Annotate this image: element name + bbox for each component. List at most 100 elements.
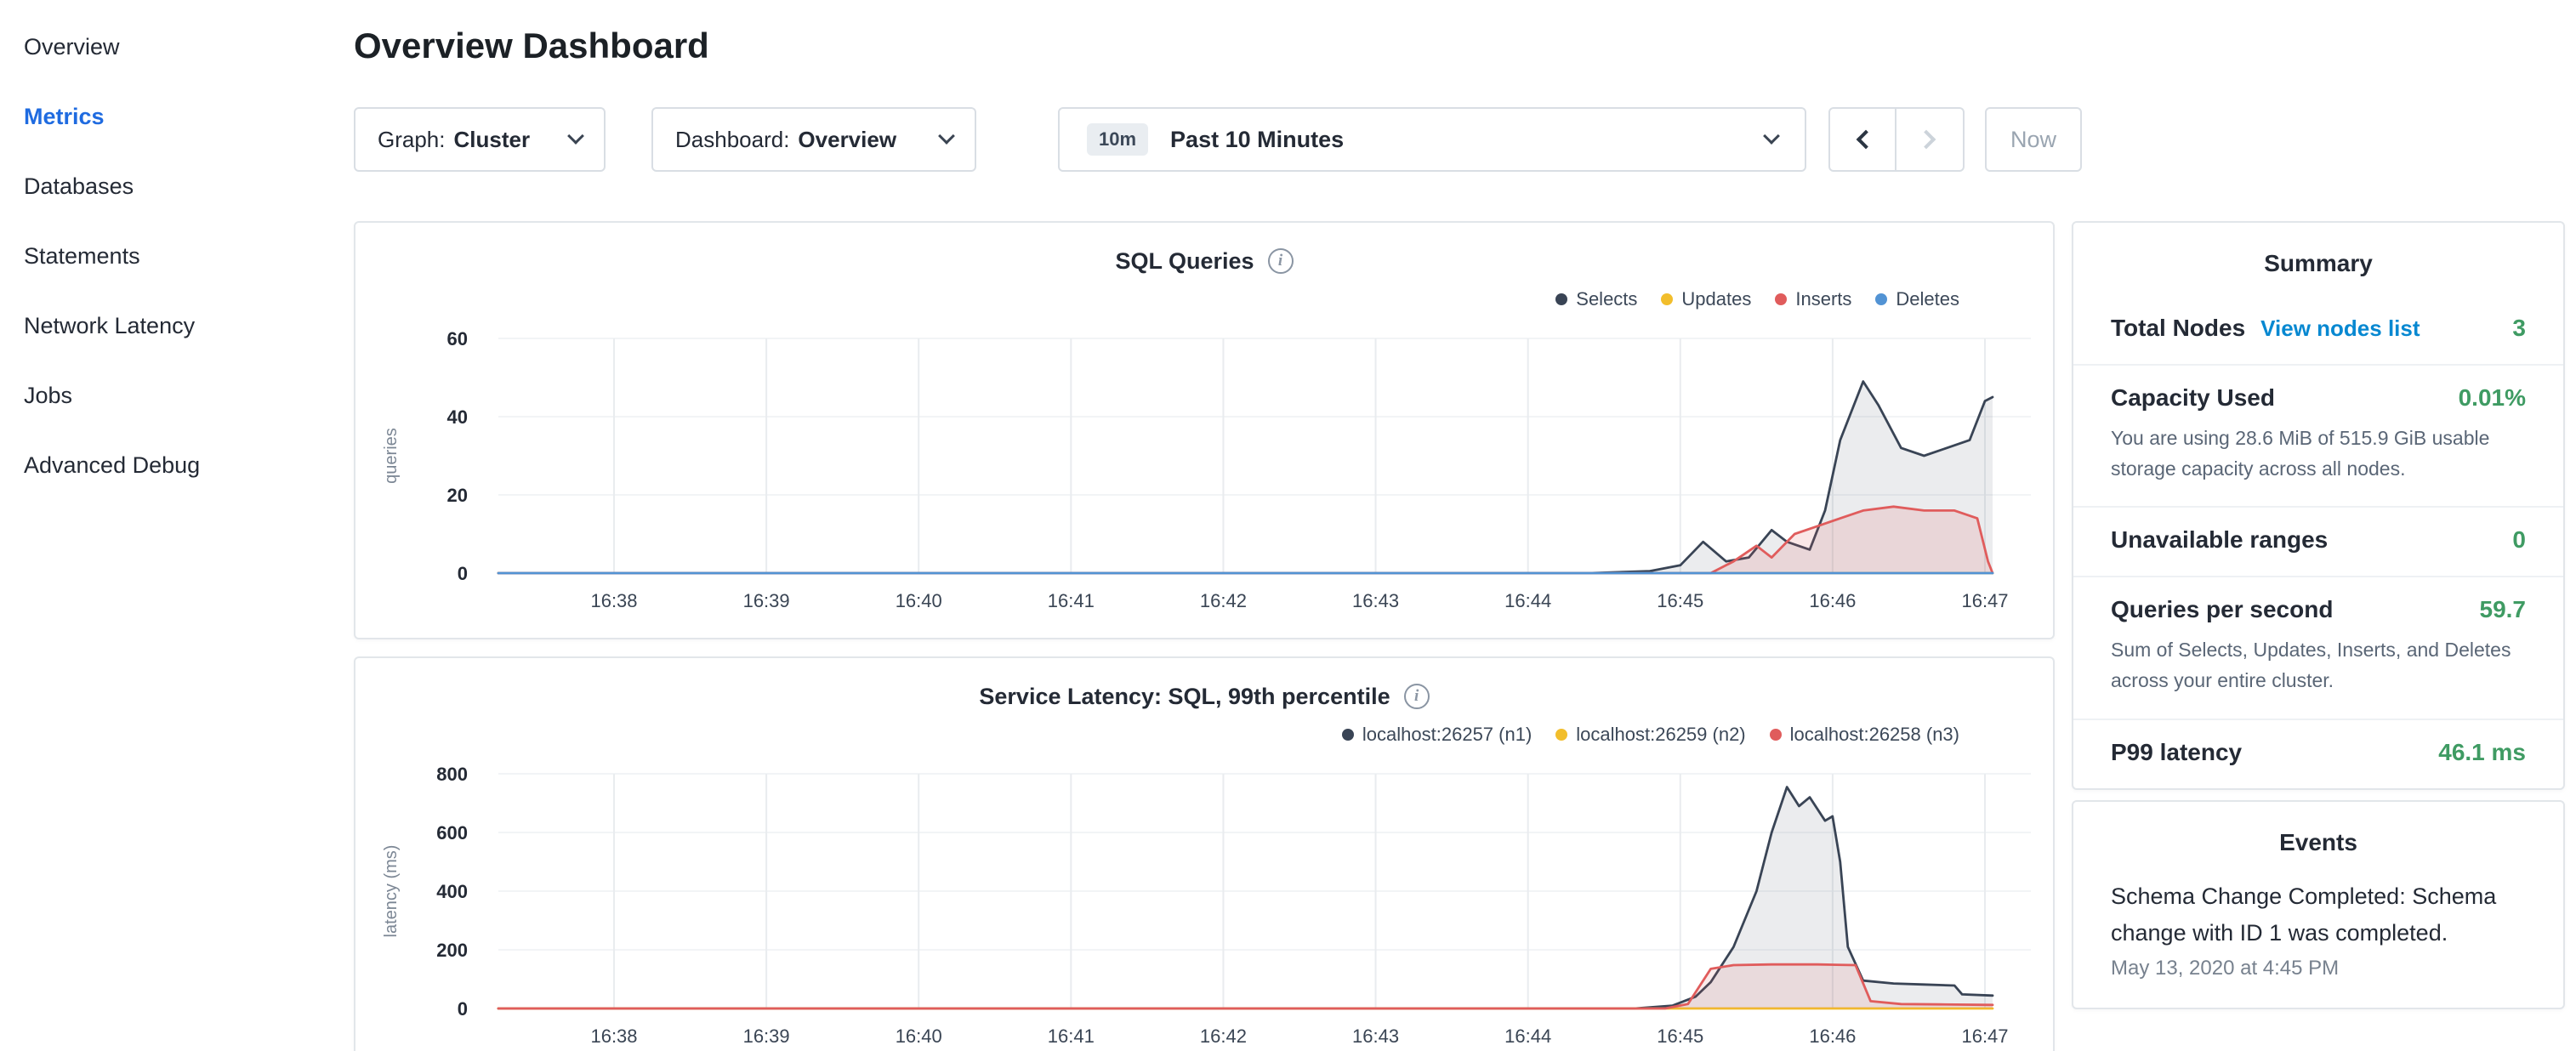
svg-text:queries: queries [382, 428, 401, 484]
chart-title-row: SQL Queries i [355, 245, 2053, 277]
service-latency-chart-panel: Service Latency: SQL, 99th percentile i … [354, 656, 2055, 1051]
sql-queries-chart-panel: SQL Queries i Selects Updates Inserts De… [354, 221, 2055, 639]
svg-text:16:40: 16:40 [896, 1025, 942, 1047]
svg-text:latency (ms): latency (ms) [382, 845, 401, 938]
svg-text:40: 40 [447, 406, 468, 428]
chevron-right-icon [1917, 130, 1936, 150]
summary-value: 3 [2512, 315, 2526, 342]
chart-legend: Selects Updates Inserts Deletes [355, 287, 1959, 311]
series-dot [1770, 729, 1782, 741]
svg-text:16:44: 16:44 [1504, 590, 1551, 611]
svg-text:800: 800 [436, 764, 468, 785]
sidebar-item-overview[interactable]: Overview [0, 12, 354, 82]
info-icon[interactable]: i [1404, 684, 1430, 709]
svg-text:16:47: 16:47 [1961, 590, 2008, 611]
series-dot [1775, 293, 1787, 305]
legend-label: localhost:26258 (n3) [1790, 724, 1959, 746]
svg-text:16:40: 16:40 [896, 590, 942, 611]
svg-text:16:47: 16:47 [1961, 1025, 2008, 1047]
sidebar-item-metrics[interactable]: Metrics [0, 82, 354, 151]
sidebar-item-network-latency[interactable]: Network Latency [0, 291, 354, 361]
svg-text:16:42: 16:42 [1200, 590, 1247, 611]
legend-label: localhost:26257 (n1) [1362, 724, 1532, 746]
summary-label: P99 latency [2111, 739, 2242, 766]
info-icon[interactable]: i [1268, 248, 1294, 274]
dashboard-dropdown-value: Overview [798, 127, 896, 153]
svg-text:16:41: 16:41 [1048, 590, 1095, 611]
right-sidebar: Summary Total Nodes View nodes list 3 Ca… [2072, 221, 2565, 1009]
summary-row-capacity-used: Capacity Used 0.01% You are using 28.6 M… [2073, 364, 2563, 506]
sidebar-item-advanced-debug[interactable]: Advanced Debug [0, 430, 354, 500]
summary-label: Total Nodes [2111, 315, 2245, 342]
service-latency-chart[interactable]: 16:3816:3916:4016:4116:4216:4316:4416:45… [355, 750, 2056, 1051]
legend-item-inserts[interactable]: Inserts [1775, 287, 1851, 311]
sidebar-item-statements[interactable]: Statements [0, 221, 354, 291]
summary-row-unavailable-ranges: Unavailable ranges 0 [2073, 506, 2563, 576]
legend-item-selects[interactable]: Selects [1555, 287, 1637, 311]
chevron-down-icon [1763, 128, 1780, 145]
summary-row-p99-latency: P99 latency 46.1 ms [2073, 719, 2563, 788]
time-forward-button[interactable] [1896, 107, 1965, 172]
sidebar-item-databases[interactable]: Databases [0, 151, 354, 221]
svg-text:16:44: 16:44 [1504, 1025, 1551, 1047]
dashboard-content: SQL Queries i Selects Updates Inserts De… [354, 221, 2576, 1051]
sql-queries-chart[interactable]: 16:3816:3916:4016:4116:4216:4316:4416:45… [355, 315, 2056, 617]
time-range-value: Past 10 Minutes [1170, 127, 1344, 153]
legend-item-n1[interactable]: localhost:26257 (n1) [1342, 723, 1532, 747]
series-dot [1875, 293, 1887, 305]
summary-panel: Summary Total Nodes View nodes list 3 Ca… [2072, 221, 2565, 790]
time-back-button[interactable] [1828, 107, 1896, 172]
svg-text:16:43: 16:43 [1352, 1025, 1399, 1047]
svg-text:16:45: 16:45 [1657, 590, 1703, 611]
now-button[interactable]: Now [1985, 107, 2082, 172]
legend-label: Updates [1681, 288, 1751, 310]
svg-text:16:41: 16:41 [1048, 1025, 1095, 1047]
summary-label: Capacity Used [2111, 384, 2275, 412]
svg-text:16:38: 16:38 [590, 1025, 637, 1047]
summary-description: You are using 28.6 MiB of 515.9 GiB usab… [2111, 423, 2526, 484]
summary-title: Summary [2073, 223, 2563, 296]
legend-item-deletes[interactable]: Deletes [1875, 287, 1959, 311]
summary-value: 0.01% [2459, 384, 2526, 412]
graph-dropdown[interactable]: Graph: Cluster [354, 107, 606, 172]
page-title: Overview Dashboard [354, 26, 2576, 66]
svg-text:60: 60 [447, 328, 468, 349]
svg-text:20: 20 [447, 485, 468, 506]
legend-label: Selects [1576, 288, 1637, 310]
legend-label: Inserts [1795, 288, 1851, 310]
svg-text:16:46: 16:46 [1809, 590, 1856, 611]
view-nodes-list-link[interactable]: View nodes list [2260, 315, 2420, 342]
dashboard-dropdown[interactable]: Dashboard: Overview [651, 107, 976, 172]
event-timestamp: May 13, 2020 at 4:45 PM [2111, 957, 2526, 980]
sidebar: Overview Metrics Databases Statements Ne… [0, 0, 354, 1051]
summary-label: Unavailable ranges [2111, 526, 2328, 554]
svg-text:200: 200 [436, 940, 468, 961]
svg-text:16:45: 16:45 [1657, 1025, 1703, 1047]
legend-item-n2[interactable]: localhost:26259 (n2) [1555, 723, 1745, 747]
svg-text:600: 600 [436, 822, 468, 844]
summary-row-queries-per-second: Queries per second 59.7 Sum of Selects, … [2073, 576, 2563, 718]
summary-label: Queries per second [2111, 596, 2333, 623]
svg-text:16:39: 16:39 [743, 590, 790, 611]
sidebar-item-jobs[interactable]: Jobs [0, 361, 354, 430]
chevron-down-icon [938, 128, 955, 145]
events-panel: Events Schema Change Completed: Schema c… [2072, 800, 2565, 1009]
graph-dropdown-label: Graph: [378, 127, 446, 153]
time-range-dropdown[interactable]: 10m Past 10 Minutes [1058, 107, 1806, 172]
summary-value: 59.7 [2480, 596, 2527, 623]
svg-text:16:46: 16:46 [1809, 1025, 1856, 1047]
legend-item-n3[interactable]: localhost:26258 (n3) [1770, 723, 1959, 747]
main-content: Overview Dashboard Graph: Cluster Dashbo… [354, 0, 2576, 1051]
chart-title: Service Latency: SQL, 99th percentile [979, 684, 1390, 710]
svg-text:0: 0 [458, 563, 468, 584]
series-dot [1555, 729, 1567, 741]
graph-dropdown-value: Cluster [454, 127, 531, 153]
svg-text:16:39: 16:39 [743, 1025, 790, 1047]
summary-value: 46.1 ms [2438, 739, 2526, 766]
chart-title: SQL Queries [1115, 248, 1254, 275]
legend-item-updates[interactable]: Updates [1661, 287, 1751, 311]
svg-text:400: 400 [436, 881, 468, 902]
dashboard-dropdown-label: Dashboard: [675, 127, 789, 153]
time-nav-group [1828, 107, 1965, 172]
chart-title-row: Service Latency: SQL, 99th percentile i [355, 680, 2053, 713]
